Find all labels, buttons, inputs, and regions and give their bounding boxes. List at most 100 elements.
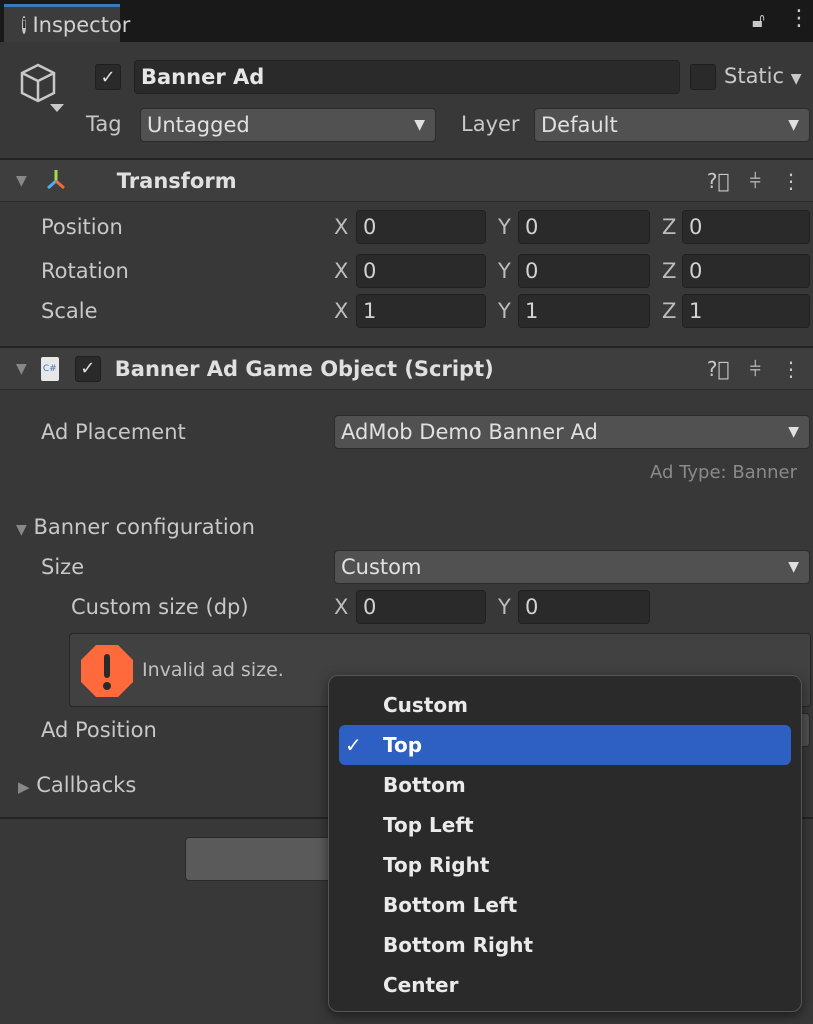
menu-item-bottom[interactable]: Bottom (339, 765, 791, 805)
menu-item-label: Top Left (383, 813, 474, 837)
transform-icon (46, 169, 65, 189)
y-value: 1 (525, 299, 539, 323)
transform-rotation-label: Rotation (41, 259, 129, 283)
chevron-down-icon: ▼ (788, 559, 799, 575)
size-label: Size (41, 555, 85, 579)
chevron-down-icon: ▼ (414, 117, 425, 133)
ad-placement-dropdown[interactable]: AdMob Demo Banner Ad ▼ (334, 415, 810, 449)
x-value: 1 (363, 299, 377, 323)
axis-x-label: X (334, 259, 349, 283)
scale-y-input[interactable]: 1 (518, 294, 650, 328)
custom-x-value: 0 (363, 595, 377, 619)
x-value: 0 (363, 259, 377, 283)
axis-y-label: Y (498, 215, 511, 239)
static-checkbox[interactable] (690, 64, 716, 90)
tag-label: Tag (86, 112, 122, 136)
more-icon[interactable]: ⋮ (781, 169, 801, 193)
presets-icon[interactable]: ⫩ (750, 169, 761, 193)
lock-icon[interactable]: 🔓︎ (752, 8, 765, 32)
tag-dropdown[interactable]: Untagged ▼ (140, 108, 436, 142)
axis-x-label: X (334, 595, 349, 619)
z-value: 0 (689, 215, 703, 239)
axis-y-label: Y (498, 595, 511, 619)
z-value: 0 (689, 259, 703, 283)
more-icon[interactable]: ⋮ (781, 357, 801, 381)
menu-item-label: Top Right (383, 853, 490, 877)
foldout-arrow-icon: ▶ (18, 778, 30, 796)
position-y-input[interactable]: 0 (518, 210, 650, 244)
chevron-down-icon: ▼ (788, 117, 799, 133)
active-checkbox[interactable]: ✓ (95, 64, 121, 90)
banner-config-label: Banner configuration (33, 515, 255, 539)
x-value: 0 (363, 215, 377, 239)
presets-icon[interactable]: ⫩ (750, 357, 761, 381)
help-icon[interactable]: ?⃝ (707, 169, 730, 193)
script-title: Banner Ad Game Object (Script) (114, 356, 494, 381)
z-value: 1 (689, 299, 703, 323)
more-icon[interactable]: ⋮ (788, 6, 810, 31)
transform-scale-label: Scale (41, 299, 98, 323)
object-name: Banner Ad (141, 65, 265, 89)
scale-x-input[interactable]: 1 (356, 294, 486, 328)
axis-z-label: Z (662, 299, 677, 323)
custom-size-y-input[interactable]: 0 (518, 590, 650, 624)
axis-x-label: X (334, 215, 349, 239)
callbacks-foldout[interactable]: ▶ Callbacks (18, 773, 136, 797)
menu-item-label: Bottom Right (383, 933, 534, 957)
menu-item-label: Center (383, 973, 459, 997)
static-label: Static (724, 64, 785, 88)
scale-z-input[interactable]: 1 (682, 294, 810, 328)
transform-header[interactable]: ▼ Transform ?⃝ ⫩ ⋮ (0, 158, 813, 202)
custom-size-x-input[interactable]: 0 (356, 590, 486, 624)
axis-x-label: X (334, 299, 349, 323)
size-value: Custom (341, 555, 422, 579)
position-z-input[interactable]: 0 (682, 210, 810, 244)
y-value: 0 (525, 215, 539, 239)
menu-item-top-left[interactable]: Top Left (339, 805, 791, 845)
menu-item-top-right[interactable]: Top Right (339, 845, 791, 885)
position-x-input[interactable]: 0 (356, 210, 486, 244)
foldout-arrow-icon[interactable]: ▼ (16, 361, 27, 377)
layer-label: Layer (461, 112, 520, 136)
tab-bar: i Inspector 🔓︎ ⋮ (0, 0, 813, 42)
script-enabled-checkbox[interactable]: ✓ (74, 355, 101, 382)
static-dropdown[interactable]: Static ▼ (724, 64, 802, 88)
tag-value: Untagged (147, 113, 250, 137)
rotation-x-input[interactable]: 0 (356, 254, 486, 288)
menu-item-bottom-left[interactable]: Bottom Left (339, 885, 791, 925)
size-dropdown[interactable]: Custom ▼ (334, 550, 810, 584)
axis-z-label: Z (662, 215, 677, 239)
menu-item-custom[interactable]: Custom (339, 685, 791, 725)
menu-item-label: Top (383, 733, 423, 757)
error-icon (81, 645, 133, 697)
axis-y-label: Y (498, 259, 511, 283)
rotation-z-input[interactable]: 0 (682, 254, 810, 288)
script-header[interactable]: ▼ C# ✓ Banner Ad Game Object (Script) ?⃝… (0, 346, 813, 390)
layer-dropdown[interactable]: Default ▼ (534, 108, 810, 142)
transform-position-label: Position (41, 215, 123, 239)
object-name-input[interactable]: Banner Ad (134, 60, 680, 94)
banner-config-foldout[interactable]: ▼ Banner configuration (16, 515, 255, 539)
rotation-y-input[interactable]: 0 (518, 254, 650, 288)
layer-value: Default (541, 113, 618, 137)
error-message: Invalid ad size. (142, 659, 284, 681)
callbacks-label: Callbacks (36, 773, 137, 797)
menu-item-center[interactable]: Center (339, 965, 791, 1005)
checkmark-icon: ✓ (345, 733, 362, 757)
tab-title: Inspector (32, 12, 131, 37)
menu-item-top[interactable]: ✓ Top (339, 725, 791, 765)
axis-y-label: Y (498, 299, 511, 323)
foldout-arrow-icon: ▼ (16, 522, 27, 538)
ad-position-label: Ad Position (41, 718, 157, 742)
menu-item-label: Bottom Left (383, 893, 518, 917)
tab-inspector[interactable]: i Inspector (4, 4, 130, 42)
y-value: 0 (525, 259, 539, 283)
ad-type-label: Ad Type: Banner (650, 462, 797, 483)
info-icon: i (22, 15, 27, 34)
csharp-script-icon: C# (40, 356, 59, 381)
menu-item-bottom-right[interactable]: Bottom Right (339, 925, 791, 965)
help-icon[interactable]: ?⃝ (707, 357, 730, 381)
foldout-arrow-icon[interactable]: ▼ (16, 173, 27, 189)
gameobject-cube-icon[interactable] (14, 62, 72, 116)
ad-placement-value: AdMob Demo Banner Ad (341, 420, 598, 444)
